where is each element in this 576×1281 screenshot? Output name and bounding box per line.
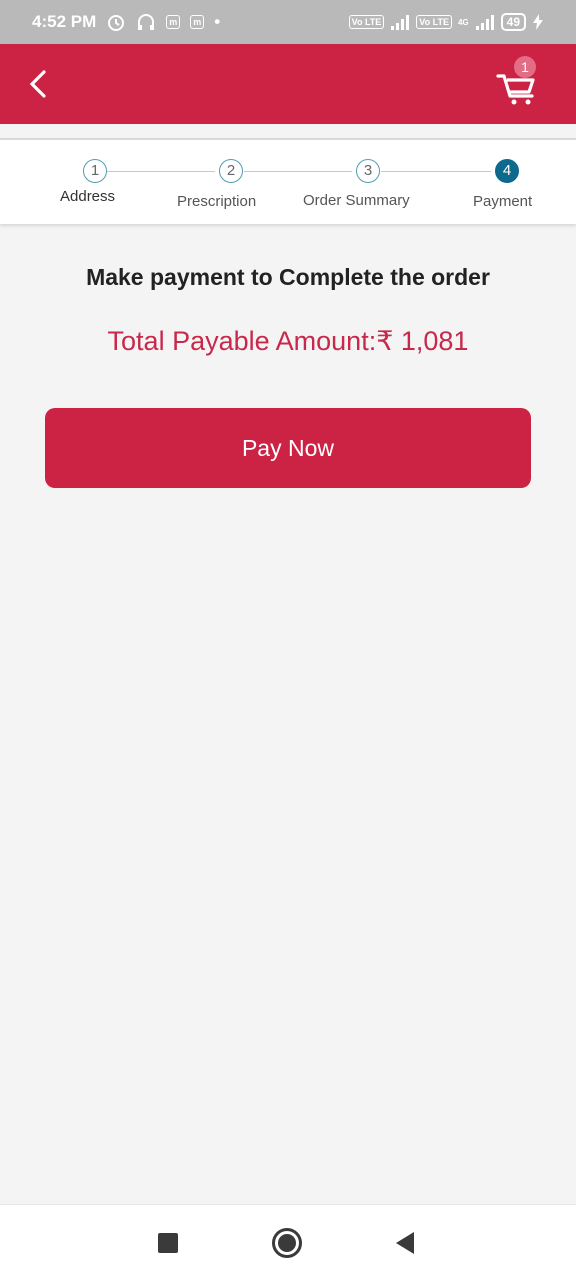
step-2-label: Prescription [177,193,257,210]
volte-icon: Vo LTE [348,15,385,29]
network-type-label: 4G [457,17,469,27]
m-app-icon: m [190,15,205,29]
4g-signal-icon [475,14,495,30]
signal-icon [390,14,410,30]
status-time: 4:52 PM [32,12,97,31]
battery-indicator: 49 [500,13,526,31]
step-connector [244,171,352,172]
volte-icon: Vo LTE [416,15,452,29]
system-nav-bar [0,1204,576,1281]
home-icon[interactable] [272,1228,302,1258]
step-1-indicator: 1 [83,159,107,183]
step-1-label: Address [60,188,116,205]
m-app-icon: m [166,15,181,29]
status-bar: 4:52 PM m m • Vo LTE Vo LTE 4G 49 [0,0,576,44]
divider [0,124,576,136]
step-connector [381,171,491,172]
charging-icon [532,14,544,30]
step-4-label: Payment [473,193,533,210]
dot-icon: • [214,12,221,31]
step-connector [107,171,215,172]
recent-apps-icon[interactable] [158,1233,178,1253]
back-button[interactable] [22,64,62,104]
chevron-left-icon [29,70,46,98]
cart-count-badge: 1 [514,56,536,78]
total-payable-amount: Total Payable Amount:₹ 1,081 [107,326,469,356]
app-bar [0,44,576,124]
headphones-icon [136,12,156,32]
step-2-indicator: 2 [219,159,243,183]
checkout-stepper: 1 2 3 4 Address Prescription Order Summa… [0,138,576,224]
step-4-indicator: 4 [495,159,519,183]
step-3-label: Order Summary [303,192,410,209]
pay-now-button[interactable]: Pay Now [45,408,531,488]
alarm-icon [106,12,126,32]
back-triangle-icon[interactable] [396,1232,414,1254]
payment-headline: Make payment to Complete the order [86,264,490,290]
step-3-indicator: 3 [356,159,380,183]
